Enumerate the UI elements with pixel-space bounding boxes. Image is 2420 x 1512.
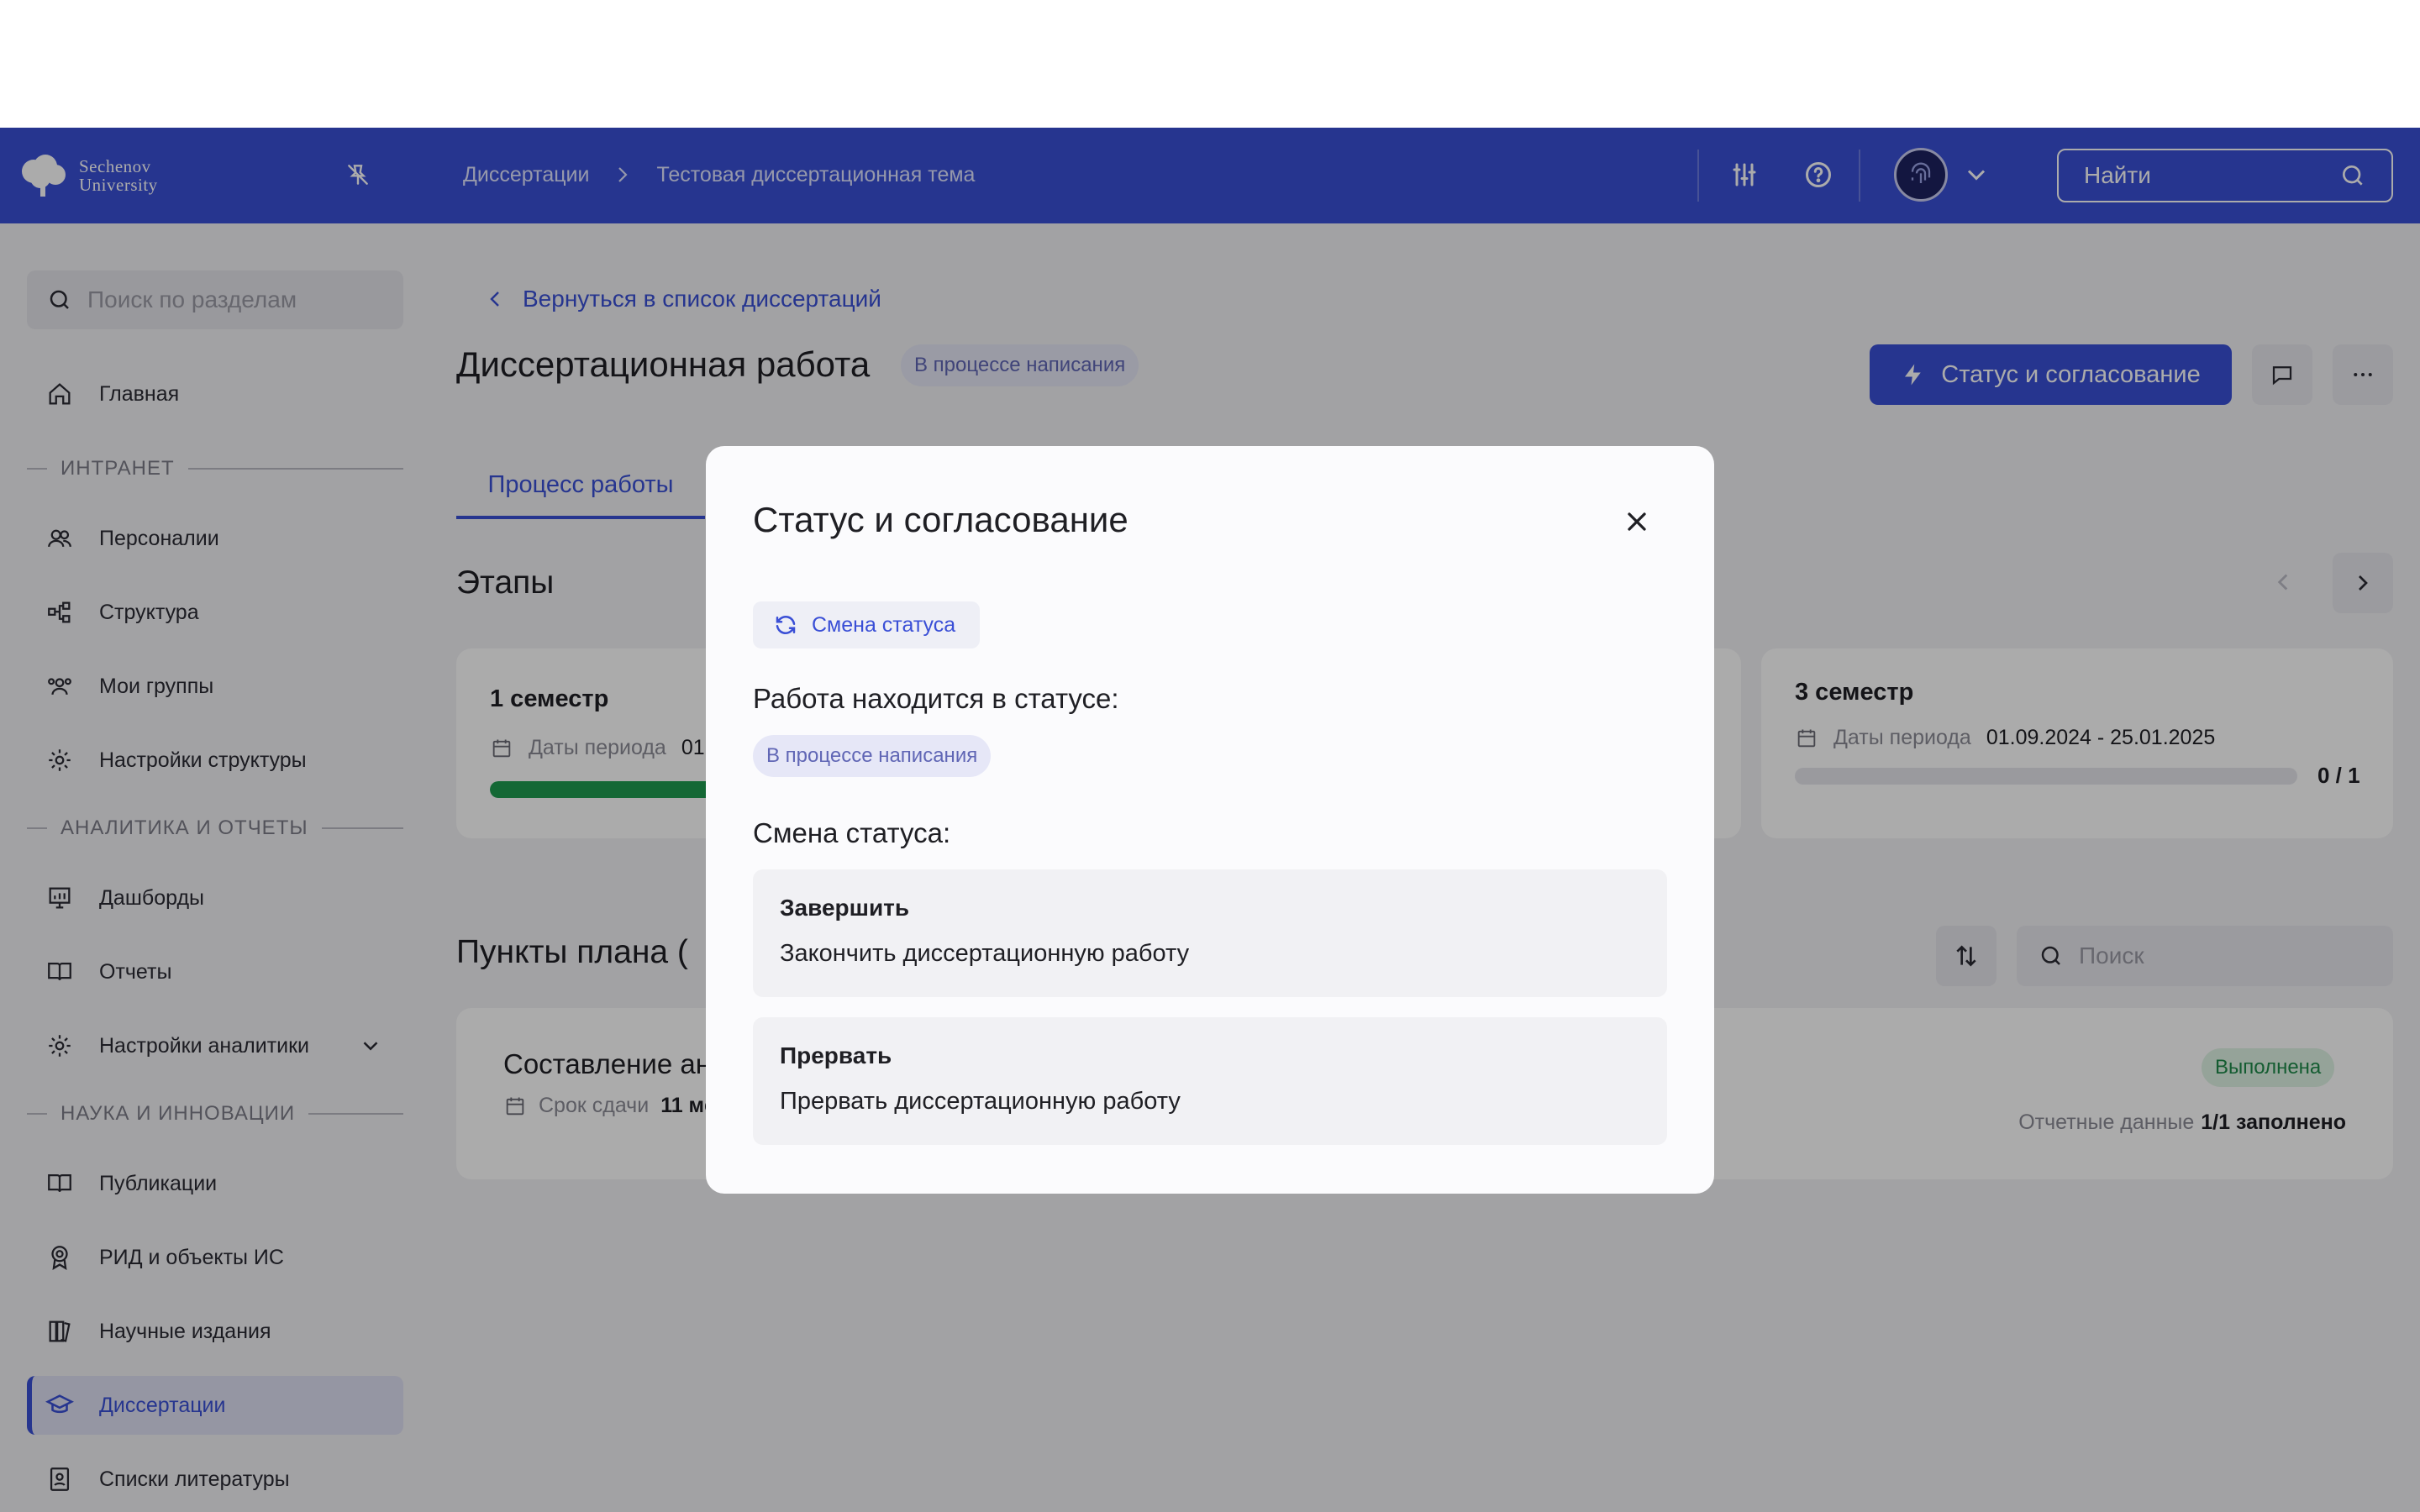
option-title: Завершить [780, 895, 910, 921]
option-title: Прервать [780, 1042, 892, 1068]
change-status-chip[interactable]: Смена статуса [753, 601, 980, 648]
refresh-icon [776, 616, 796, 634]
close-icon[interactable] [1622, 507, 1652, 537]
status-modal: Статус и согласование Смена статуса Рабо… [706, 446, 1714, 1194]
current-status-badge: В процессе написания [753, 735, 992, 777]
interrupt-option[interactable]: Прервать Прервать диссертационную работу [753, 1017, 1667, 1145]
option-description: Прервать диссертационную работу [780, 1088, 1181, 1115]
modal-title: Статус и согласование [753, 500, 1128, 539]
finish-option[interactable]: Завершить Закончить диссертационную рабо… [753, 869, 1667, 997]
option-description: Закончить диссертационную работу [780, 940, 1190, 967]
change-status-chip-label: Смена статуса [812, 612, 956, 637]
current-status-label: Работа находится в статусе: [753, 683, 1119, 714]
change-status-label: Смена статуса: [753, 817, 951, 848]
